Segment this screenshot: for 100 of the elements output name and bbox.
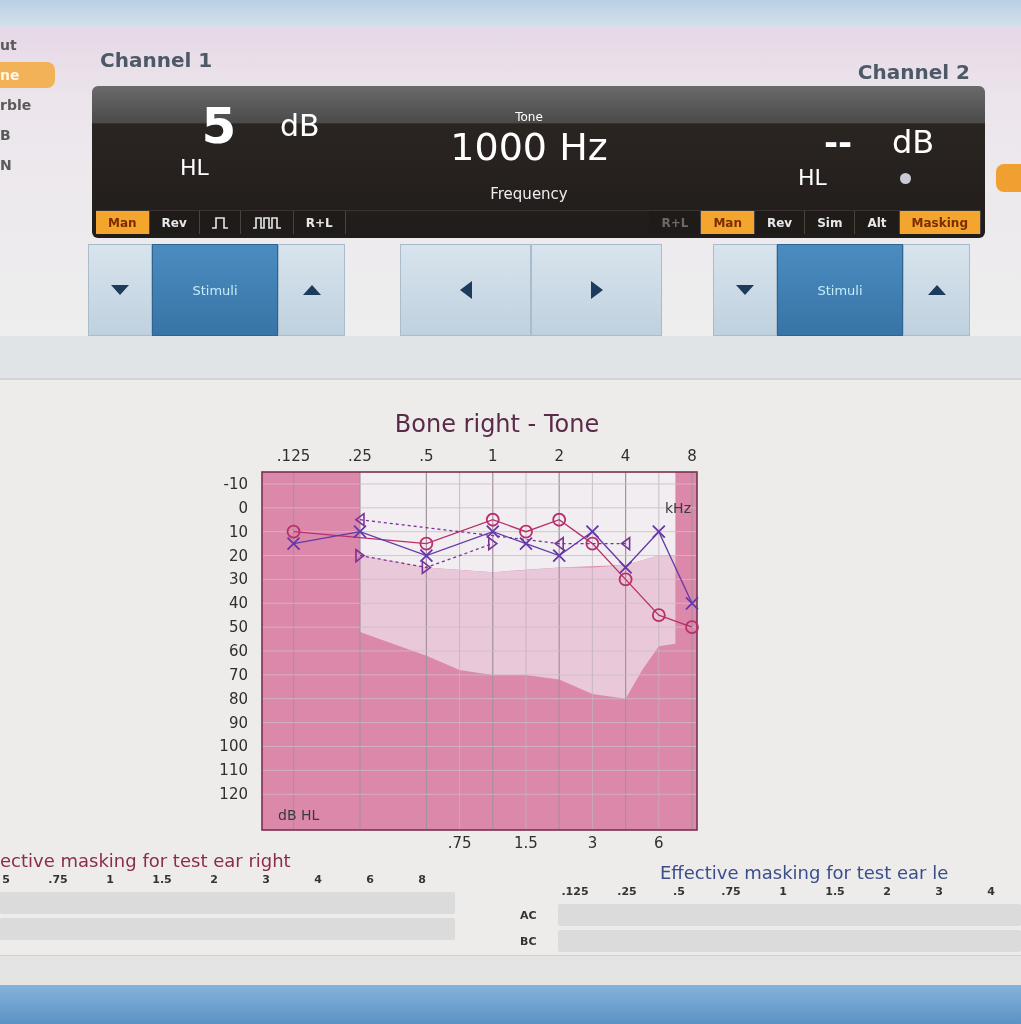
y-tick-label: 10 [228,522,248,541]
sidebar-item[interactable]: N [0,152,16,178]
circle-marker [419,536,434,551]
frequency-label: .75 [721,884,741,900]
sidebar-item[interactable]: ut [0,32,21,58]
row-label: BC [520,934,538,948]
mode-button[interactable]: Man [701,211,755,234]
right-triangle-marker [487,536,499,552]
pulse-train-button[interactable] [240,211,294,234]
circle-marker [585,536,600,551]
circle-marker [552,512,567,527]
frequency-label: 1.5 [152,872,172,888]
cross-marker [419,548,434,563]
y-tick-label: 100 [219,737,248,756]
x-axis-label: kHz [665,499,691,516]
left-triangle-icon [459,281,472,299]
x-tick-label: 8 [687,447,697,465]
cross-marker [519,536,533,551]
mode-button[interactable]: Rev [754,211,806,234]
frequency-label: 5 [2,872,10,888]
left-triangle-marker [620,536,631,552]
stimuli-button[interactable]: Stimuli [777,244,903,336]
circle-marker [286,524,301,539]
chart-title: Bone right - Tone [394,409,600,440]
mode-button: R+L [649,211,702,234]
level-unit: dB [891,122,935,163]
up-triangle-icon [927,285,946,295]
up-button[interactable] [278,244,345,336]
cross-marker [286,536,301,551]
single-pulse-button[interactable] [199,211,241,234]
y-tick-label: 110 [219,761,248,780]
level-scale: HL [798,164,827,192]
right-triangle-marker [421,559,432,576]
side-tab[interactable] [996,164,1021,192]
frequency-label: 1 [779,884,787,900]
level-value: -- [823,121,853,164]
y-tick-label: 80 [228,689,248,708]
mode-button[interactable]: Sim [805,211,856,234]
frequency-label: 1.5 [825,884,845,900]
frequency-label: .125 [561,884,589,900]
x-tick-label: .5 [419,447,434,465]
x-tick-label: 4 [620,447,631,465]
up-button[interactable] [903,244,970,336]
y-tick-label: 20 [228,546,248,565]
circle-marker [519,524,533,539]
cross-marker [552,548,567,563]
up-triangle-icon [302,285,321,295]
frequency-label: 4 [314,872,322,888]
cross-marker [618,560,633,575]
level-unit: dB [279,107,320,145]
x-tick-label: .125 [276,447,311,465]
cross-marker [585,524,600,539]
cross-marker [685,596,699,611]
frequency-label: 4 [987,884,995,900]
y-tick-label: 30 [228,570,248,589]
down-triangle-icon [111,285,129,295]
frequency-label: 3 [935,884,943,900]
frequency-label: .5 [673,884,685,900]
mode-button[interactable]: Rev [149,211,200,234]
y-tick-label: 70 [228,665,248,684]
frequency-label: 6 [366,872,374,888]
stimulus-caption: Tone [515,110,543,125]
frequency-label: 2 [883,884,891,900]
single-pulse-icon [211,216,228,229]
circle-marker [685,620,699,635]
right-triangle-icon [590,281,603,299]
down-button[interactable] [713,244,777,336]
circle-marker [651,608,666,623]
x-tick-label: 2 [554,447,564,465]
left-triangle-marker [354,512,365,528]
x-tick-label: .25 [348,447,372,465]
cross-marker [485,524,500,539]
channel-title: Channel 1 [100,48,213,72]
level-scale: HL [180,154,209,182]
circle-marker [485,512,500,527]
indicator-dot-icon [900,172,911,184]
level-value: 5 [201,98,237,154]
left-button[interactable] [400,244,531,336]
circle-marker [618,572,633,587]
y-tick-label: 40 [228,594,248,613]
masking-title: Effective masking for test ear le [659,862,950,884]
mode-button[interactable]: Man [96,211,150,234]
pulse-train-icon [252,216,281,229]
mode-button[interactable]: R+L [293,211,346,234]
masking-title: ective masking for test ear right [0,850,292,872]
mode-button[interactable]: Alt [855,211,900,234]
x-tick-label: 1.5 [514,834,538,850]
right-triangle-marker [355,547,366,564]
stimuli-button[interactable]: Stimuli [152,244,278,336]
sidebar-item[interactable]: rble [0,92,36,118]
down-button[interactable] [88,244,152,336]
y-tick-label: 0 [238,498,248,517]
mode-button[interactable]: Masking [899,211,981,234]
x-tick-label: 1 [488,447,498,465]
frequency-label: 8 [418,872,426,888]
right-button[interactable] [531,244,662,336]
x-tick-label: .75 [447,834,472,850]
sidebar-item[interactable]: B [0,122,15,148]
y-tick-label: 60 [228,642,248,660]
y-tick-label: 50 [228,618,248,637]
